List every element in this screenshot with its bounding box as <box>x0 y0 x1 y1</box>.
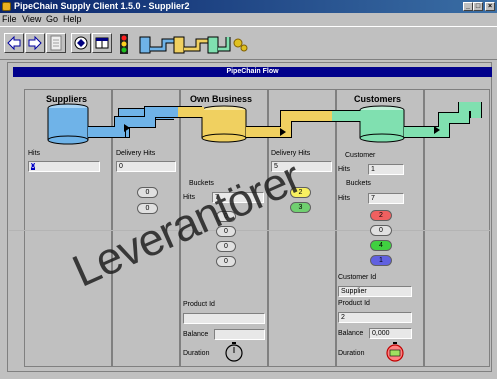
own-duration-label: Duration <box>183 350 210 357</box>
back-button[interactable] <box>4 33 24 53</box>
own-balance-label: Balance <box>183 331 209 338</box>
menu-view[interactable]: View <box>22 13 41 25</box>
customer-bucket-2[interactable]: 0 <box>370 225 392 236</box>
own-business-title: Own Business <box>190 94 253 104</box>
delivery-bucket-4[interactable]: 3 <box>290 202 311 213</box>
delivery-bucket-3[interactable]: 2 <box>290 187 311 198</box>
network-icon <box>74 36 88 50</box>
delivery-hits-label-2: Delivery Hits <box>271 150 311 157</box>
app-icon <box>2 2 11 11</box>
delivery-bucket-1[interactable]: 0 <box>137 187 158 198</box>
customer-bucket-1[interactable]: 2 <box>370 210 392 221</box>
window-button[interactable] <box>92 33 112 53</box>
window-title: PipeChain Supply Client 1.5.0 - Supplier… <box>14 1 190 11</box>
customer-hits-label: Hits <box>338 166 351 173</box>
customer-id-field[interactable]: Supplier <box>338 286 412 297</box>
own-hits-field[interactable]: 7 <box>212 192 264 203</box>
delivery-hits-field-2[interactable]: 5 <box>271 161 332 172</box>
customers-title: Customers <box>354 94 402 104</box>
document-icon <box>50 35 62 51</box>
customer-buckets-label: Buckets <box>346 180 371 187</box>
back-arrow-icon <box>7 35 21 51</box>
customer-balance-field[interactable]: 0,000 <box>369 328 412 339</box>
own-product-id-field[interactable] <box>183 313 265 324</box>
divider <box>9 230 490 231</box>
customer-duration-label: Duration <box>338 350 365 357</box>
delivery-hits-field-1[interactable]: 0 <box>116 161 176 172</box>
customer-bucket-3[interactable]: 4 <box>370 240 392 251</box>
stopwatch-icon <box>386 342 404 362</box>
own-product-id-label: Product Id <box>183 301 215 308</box>
customer-label: Customer <box>345 152 376 159</box>
network-button[interactable] <box>71 33 91 53</box>
delivery-hits-label-1: Delivery Hits <box>116 150 156 157</box>
own-bucket-3[interactable]: 0 <box>216 241 236 252</box>
own-buckets-label: Buckets <box>189 180 214 187</box>
close-button[interactable]: × <box>485 2 495 11</box>
customer-buckets-hits-field[interactable]: 7 <box>368 193 404 204</box>
own-bucket-4[interactable]: 0 <box>216 256 236 267</box>
title-bar: PipeChain Supply Client 1.5.0 - Supplier… <box>0 0 497 13</box>
own-hits-label: Hits <box>183 194 196 201</box>
pipes-icon <box>139 36 248 54</box>
menu-file[interactable]: File <box>2 13 17 25</box>
delivery-bucket-2[interactable]: 0 <box>137 203 158 214</box>
forward-arrow-icon <box>28 35 42 51</box>
maximize-button[interactable]: □ <box>473 2 483 11</box>
suppliers-hits-label: Hits <box>28 150 41 157</box>
customer-balance-label: Balance <box>338 330 364 337</box>
menu-bar: File View Go Help <box>0 13 497 25</box>
menu-go[interactable]: Go <box>46 13 58 25</box>
customer-product-id-field[interactable]: 2 <box>338 312 412 323</box>
customer-hits-field[interactable]: 1 <box>368 164 404 175</box>
own-bucket-1[interactable]: 0 <box>216 211 236 222</box>
forward-button[interactable] <box>25 33 45 53</box>
window-icon <box>95 37 109 49</box>
own-balance-field[interactable] <box>214 329 265 340</box>
suppliers-title: Suppliers <box>46 94 88 104</box>
stopwatch-icon <box>225 342 243 362</box>
customer-bucket-4[interactable]: 1 <box>370 255 392 266</box>
document-button[interactable] <box>46 33 66 53</box>
own-bucket-2[interactable]: 0 <box>216 226 236 237</box>
flow-header: PipeChain Flow <box>13 67 492 77</box>
traffic-light-icon[interactable] <box>119 33 129 55</box>
customer-id-label: Customer Id <box>338 274 377 281</box>
customer-buckets-hits-label: Hits <box>338 195 351 202</box>
menu-help[interactable]: Help <box>63 13 82 25</box>
minimize-button[interactable]: _ <box>463 2 473 11</box>
suppliers-hits-field[interactable]: 0 <box>28 161 100 172</box>
toolbar <box>0 26 497 60</box>
pipeline-graphic <box>47 102 482 145</box>
customer-product-id-label: Product Id <box>338 300 370 307</box>
